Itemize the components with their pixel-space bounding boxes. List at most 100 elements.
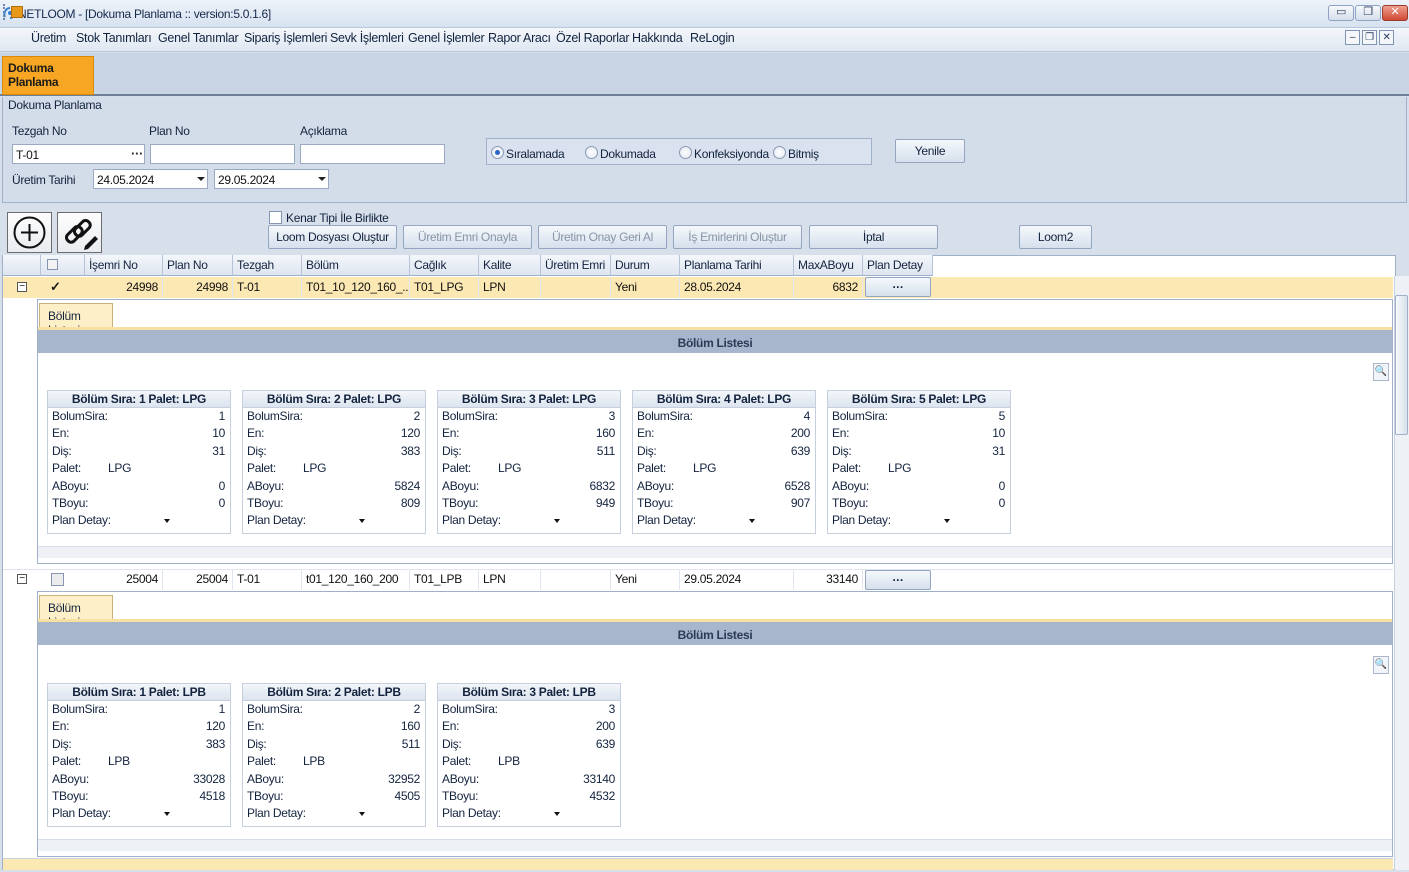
tab-dokuma-planlama[interactable]: Dokuma Planlama [2, 56, 94, 95]
tab-bolum-listesi[interactable]: Bölüm Listesi [39, 595, 113, 629]
col-header-plan-no[interactable]: Plan No [163, 255, 233, 276]
menu-relogin[interactable]: ReLogin [690, 31, 735, 45]
col-header-kalite[interactable]: Kalite [479, 255, 541, 276]
col-header-tezgah[interactable]: Tezgah [233, 255, 302, 276]
cell-kalite: LPN [479, 277, 541, 298]
col-header-plan-detay[interactable]: Plan Detay [863, 255, 933, 276]
chevron-down-icon[interactable] [197, 177, 205, 181]
radio-bitmis[interactable] [773, 146, 786, 159]
radio-konfeksiyonda[interactable] [679, 146, 692, 159]
col-header-bolum[interactable]: Bölüm [302, 255, 410, 276]
date-to-picker[interactable]: 29.05.2024 [214, 169, 329, 189]
scrollbar-thumb[interactable] [1395, 295, 1408, 435]
search-icon: 🔍 [1374, 366, 1388, 377]
card-field-plan[interactable]: Plan Detay: [828, 512, 1010, 529]
table-row[interactable] [3, 858, 1393, 870]
card-field-palet: Palet: LPG [438, 460, 620, 477]
is-emirlerini-olustur-button[interactable]: İş Emirlerini Oluştur [673, 225, 802, 249]
col-header-durum[interactable]: Durum [611, 255, 680, 276]
aciklama-input[interactable] [300, 144, 445, 164]
row-collapse-icon[interactable]: − [17, 574, 27, 584]
chevron-down-icon[interactable] [164, 519, 170, 524]
plan-detay-button[interactable]: ··· [865, 570, 931, 590]
card-field-plan[interactable]: Plan Detay: [633, 512, 815, 529]
menu-hakkinda[interactable]: Hakkında [632, 31, 683, 45]
col-header-uretim-emri[interactable]: Üretim Emri [541, 255, 611, 276]
refresh-button[interactable]: Yenile [895, 139, 965, 163]
chevron-down-icon[interactable] [318, 177, 326, 181]
col-header-isemri[interactable]: İşemri No [85, 255, 163, 276]
loom-dosyasi-olustur-button[interactable]: Loom Dosyası Oluştur [268, 225, 397, 249]
window-minimize-button[interactable]: ▭ [1328, 5, 1354, 21]
uretim-onay-geri-al-button[interactable]: Üretim Onay Geri Al [538, 225, 667, 249]
plan-no-input[interactable] [150, 144, 295, 164]
date-from-picker[interactable]: 24.05.2024 [93, 169, 208, 189]
row-collapse-icon[interactable]: − [17, 282, 27, 292]
menu-sevk-islemleri[interactable]: Sevk İşlemleri [330, 31, 404, 45]
chevron-down-icon[interactable] [554, 812, 560, 817]
radio-konfeksiyonda-label[interactable]: Konfeksiyonda [694, 147, 769, 161]
radio-dokumada[interactable] [585, 146, 598, 159]
detail-header: Bölüm Listesi [38, 619, 1392, 645]
menu-uretim[interactable]: Üretim [31, 31, 66, 45]
uretim-emri-onayla-button[interactable]: Üretim Emri Onayla [403, 225, 532, 249]
menu-rapor-araci[interactable]: Rapor Aracı [488, 31, 551, 45]
mdi-minimize-button[interactable]: – [1345, 30, 1360, 45]
col-header-maxaboyu[interactable]: MaxABoyu [794, 255, 863, 276]
menu-siparis-islemleri[interactable]: Sipariş İşlemleri [244, 31, 327, 45]
cell-isemri: 24998 [85, 277, 163, 298]
card-field-palet: Palet: LPB [438, 753, 620, 770]
menu-genel-islemler[interactable]: Genel İşlemler [408, 31, 485, 45]
iptal-button[interactable]: İptal [809, 225, 938, 249]
cell-durum: Yeni [611, 569, 680, 590]
select-all-checkbox[interactable] [47, 259, 58, 270]
col-header-caglik[interactable]: Cağlık [410, 255, 479, 276]
chevron-down-icon[interactable] [164, 812, 170, 817]
chevron-down-icon[interactable] [359, 519, 365, 524]
menu-ozel-raporlar[interactable]: Özel Raporlar [556, 31, 630, 45]
radio-siralamada[interactable] [491, 146, 504, 159]
tezgah-lookup-button[interactable]: ··· [131, 146, 143, 161]
kenar-tipi-checkbox[interactable] [269, 211, 282, 224]
loom2-button[interactable]: Loom2 [1019, 225, 1092, 249]
row-checkbox[interactable] [51, 573, 64, 586]
horizontal-scrollbar[interactable] [38, 546, 1392, 558]
mdi-restore-button[interactable]: ❐ [1362, 30, 1377, 45]
kenar-tipi-label[interactable]: Kenar Tipi İle Birlikte [286, 211, 389, 225]
link-edit-button[interactable] [57, 212, 102, 253]
chevron-down-icon[interactable] [359, 812, 365, 817]
window-close-button[interactable]: ✕ [1382, 5, 1408, 21]
zoom-button[interactable]: 🔍 [1373, 656, 1389, 674]
menu-stok-tanimlari[interactable]: Stok Tanımları [76, 31, 152, 45]
radio-siralamada-label[interactable]: Sıralamada [506, 147, 565, 161]
card-field-label: ABoyu: [442, 478, 479, 493]
radio-bitmis-label[interactable]: Bitmiş [788, 147, 819, 161]
chevron-down-icon[interactable] [554, 519, 560, 524]
card-field-label: En: [247, 719, 265, 734]
window-restore-button[interactable]: ❐ [1355, 5, 1381, 21]
card-field-plan[interactable]: Plan Detay: [48, 512, 230, 529]
col-header-planlama-tarihi[interactable]: Planlama Tarihi [680, 255, 794, 276]
card-field-label: TBoyu: [52, 788, 89, 803]
chevron-down-icon[interactable] [749, 519, 755, 524]
card-field-plan[interactable]: Plan Detay: [243, 805, 425, 822]
card-field-plan[interactable]: Plan Detay: [243, 512, 425, 529]
menu-genel-tanimlar[interactable]: Genel Tanımlar [158, 31, 239, 45]
add-button[interactable] [7, 212, 52, 253]
card-field-label: ABoyu: [52, 771, 89, 786]
card-field-plan[interactable]: Plan Detay: [48, 805, 230, 822]
plan-detay-button[interactable]: ··· [865, 277, 931, 297]
mdi-child-icon[interactable] [11, 6, 23, 18]
tezgah-input[interactable]: T-01 [12, 144, 145, 164]
mdi-close-button[interactable]: ✕ [1379, 30, 1394, 45]
radio-dokumada-label[interactable]: Dokumada [600, 147, 656, 161]
card-field-plan[interactable]: Plan Detay: [438, 805, 620, 822]
grid-header-select[interactable] [41, 255, 85, 276]
tab-bolum-listesi[interactable]: Bölüm Listesi [39, 303, 113, 337]
card-field-label: BolumSira: [52, 702, 108, 716]
zoom-button[interactable]: 🔍 [1373, 363, 1389, 381]
row-checkbox-checked[interactable]: ✓ [50, 279, 61, 295]
horizontal-scrollbar[interactable] [38, 839, 1392, 851]
chevron-down-icon[interactable] [944, 519, 950, 524]
card-field-plan[interactable]: Plan Detay: [438, 512, 620, 529]
